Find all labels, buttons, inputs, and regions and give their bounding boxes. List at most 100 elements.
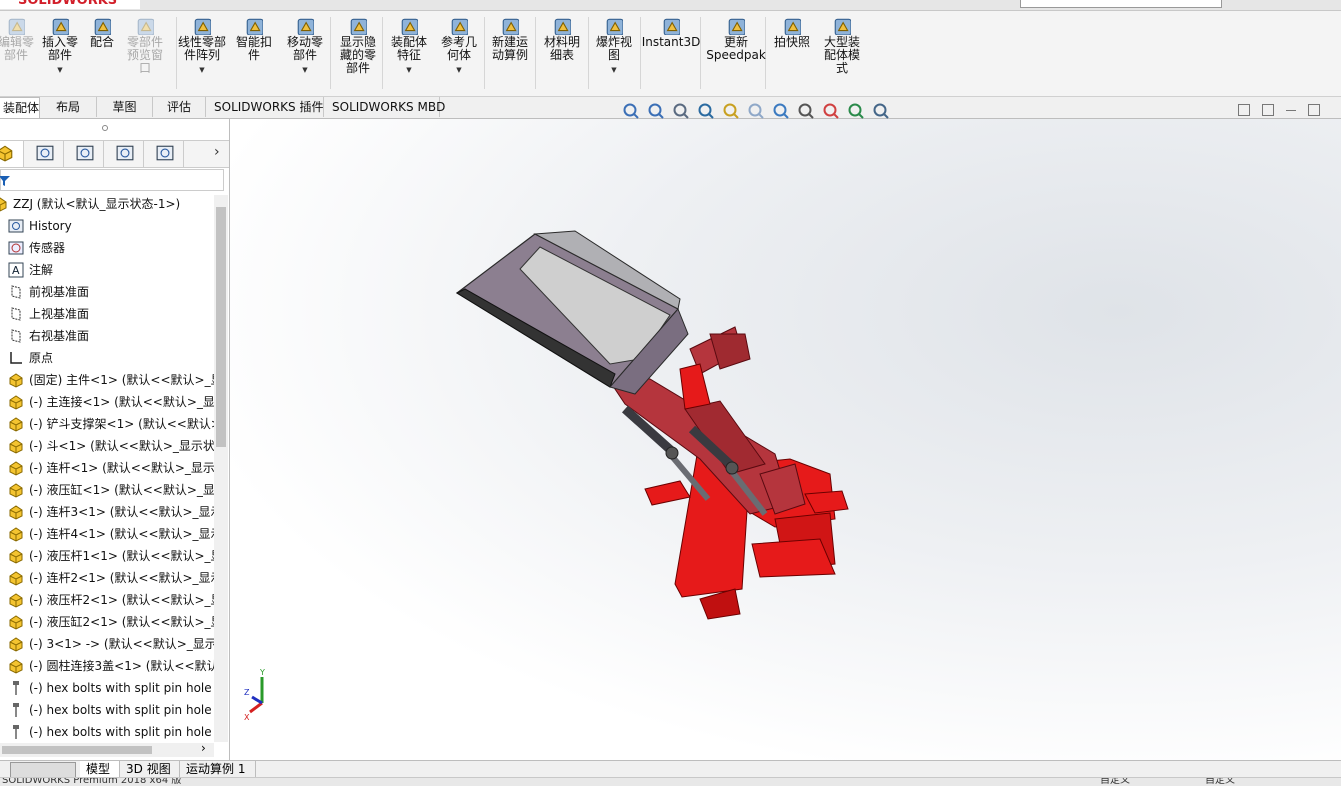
tree-item-label: (-) 连杆<1> (默认<<默认>_显示状态 1>) xyxy=(29,461,214,475)
tree-item[interactable]: (-) 液压杆1<1> (默认<<默认>_显示状态 1>) xyxy=(8,545,214,567)
tab-0[interactable]: 装配体 xyxy=(0,97,40,118)
graphics-area[interactable]: Y Z X xyxy=(230,119,1341,760)
tab-scroll-buttons[interactable] xyxy=(10,762,76,778)
ribbon-separator xyxy=(700,17,701,89)
featuremanager-tab[interactable] xyxy=(0,141,24,167)
horizontal-scroll-thumb[interactable] xyxy=(2,746,152,754)
tree-item[interactable]: (-) 液压杆2<1> (默认<<默认>_显示状态 1>) xyxy=(8,589,214,611)
show-hidden-button[interactable]: 显示隐 藏的零 部件 xyxy=(337,17,379,75)
zoom-to-area-icon[interactable] xyxy=(647,102,665,120)
tree-item[interactable]: (-) 铲斗支撑架<1> (默认<<默认>_显示状态 1>) xyxy=(8,413,214,435)
smart-fasteners-button[interactable]: 智能扣件 xyxy=(234,17,274,62)
maximize-icon[interactable] xyxy=(1308,104,1320,116)
tree-item[interactable]: (-) 连杆<1> (默认<<默认>_显示状态 1>) xyxy=(8,457,214,479)
view-settings-icon[interactable] xyxy=(872,102,890,120)
tree-item[interactable]: (-) 斗<1> (默认<<默认>_显示状态 1>) xyxy=(8,435,214,457)
exploded-view-button[interactable]: 爆炸视图 ▼ xyxy=(593,17,635,77)
chevron-right-icon[interactable]: › xyxy=(214,144,220,160)
filter-icon[interactable] xyxy=(0,174,12,188)
tree-item[interactable]: (-) 连杆3<1> (默认<<默认>_显示状态 1>) xyxy=(8,501,214,523)
large-assembly-mode-button[interactable]: 大型装 配体模式 xyxy=(821,17,863,75)
linear-pattern-button[interactable]: 线性零部 件阵列 ▼ xyxy=(174,17,230,77)
tree-item[interactable]: 上视基准面 xyxy=(8,303,89,325)
tree-item[interactable]: (-) hex bolts with split pin hole gb xyxy=(8,721,214,740)
tree-item[interactable]: (-) 连杆2<1> (默认<<默认>_显示状态 1>) xyxy=(8,567,214,589)
search-input[interactable] xyxy=(1020,0,1222,8)
ribbon-button-label: 特征 xyxy=(396,48,421,62)
scroll-right-icon[interactable]: › xyxy=(201,741,206,755)
take-snapshot-button[interactable]: 拍快照 xyxy=(772,17,812,49)
tab-3[interactable]: 评估 xyxy=(153,97,206,117)
tree-item[interactable]: History xyxy=(8,215,72,237)
bottom-tabs: 模型 3D 视图 运动算例 1 xyxy=(0,760,1341,778)
dropdown-arrow-icon[interactable]: ▼ xyxy=(456,64,461,77)
restore-left-icon[interactable] xyxy=(1238,104,1250,116)
tree-item[interactable]: (-) 3<1> -> (默认<<默认>_显示状态 1>) xyxy=(8,633,214,655)
tab-5[interactable]: SOLIDWORKS MBD xyxy=(324,97,445,117)
tree-item-label: 原点 xyxy=(29,351,54,365)
tree-item[interactable]: (固定) 主件<1> (默认<<默认>_显示状态 1>) xyxy=(8,369,214,391)
loader-assembly-model[interactable] xyxy=(230,119,1341,760)
dynamic-annotation-icon[interactable] xyxy=(722,102,740,120)
display-style-icon[interactable] xyxy=(772,102,790,120)
tree-item-label: (-) 液压缸<1> (默认<<默认>_显示状态 1>) xyxy=(29,483,214,497)
part-icon xyxy=(8,394,24,410)
dropdown-arrow-icon[interactable]: ▼ xyxy=(611,64,616,77)
tree-item[interactable]: (-) 圆柱连接3盖<1> (默认<<默认>_显示状态 1>) xyxy=(8,655,214,677)
tree-root-assembly[interactable]: ZZJ (默认<默认_显示状态-1>) xyxy=(0,195,180,215)
mate-button[interactable]: 配合 xyxy=(88,17,116,49)
tree-item[interactable]: 右视基准面 xyxy=(8,325,89,347)
zoom-to-fit-icon[interactable] xyxy=(622,102,640,120)
propertymanager-tab[interactable] xyxy=(26,141,64,167)
configurationmanager-tab[interactable] xyxy=(66,141,104,167)
instant3d-button[interactable]: Instant3D xyxy=(642,17,700,49)
tree-horizontal-scrollbar[interactable]: › xyxy=(0,741,214,757)
bill-of-materials-button[interactable]: 材料明 细表 xyxy=(541,17,583,62)
displaymanager-tab[interactable] xyxy=(146,141,184,167)
hide-show-items-icon[interactable] xyxy=(797,102,815,120)
insert-component-button[interactable]: 插入零 部件 ▼ xyxy=(40,17,80,77)
tree-item[interactable]: 传感器 xyxy=(8,237,65,259)
ribbon-button-label: 部件 xyxy=(47,48,72,62)
component-preview-button[interactable]: 零部件 预览窗口 xyxy=(124,17,166,75)
apply-scene-icon[interactable] xyxy=(847,102,865,120)
restore-right-icon[interactable] xyxy=(1262,104,1274,116)
tree-item[interactable]: (-) hex bolts with split pin hole gb xyxy=(8,677,214,699)
tree-filter[interactable] xyxy=(0,169,224,191)
assembly-features-button[interactable]: 装配体 特征 ▼ xyxy=(388,17,430,77)
dropdown-arrow-icon[interactable]: ▼ xyxy=(199,64,204,77)
previous-view-icon[interactable] xyxy=(672,102,690,120)
tree-item[interactable]: A 注解 xyxy=(8,259,53,281)
tree-vertical-scrollbar[interactable] xyxy=(214,195,228,742)
dropdown-arrow-icon[interactable]: ▼ xyxy=(57,64,62,77)
tab-2[interactable]: 草图 xyxy=(97,97,153,117)
tab-4[interactable]: SOLIDWORKS 插件 xyxy=(206,97,324,117)
tree-item[interactable]: (-) 主连接<1> (默认<<默认>_显示状态 1>) xyxy=(8,391,214,413)
coordinate-triad: Y Z X xyxy=(244,668,265,722)
tree-item[interactable]: (-) 连杆4<1> (默认<<默认>_显示状态 1>) xyxy=(8,523,214,545)
edit-component-button[interactable]: 编辑零 部件 xyxy=(0,17,34,62)
bottom-tab-0[interactable]: 模型 xyxy=(80,761,120,777)
tree-item[interactable]: (-) hex bolts with split pin hole gb xyxy=(8,699,214,721)
ribbon-button-label: 部件 xyxy=(3,48,28,62)
update-speedpak-button[interactable]: 更新 Speedpak xyxy=(706,17,766,62)
tree-item[interactable]: (-) 液压缸<1> (默认<<默认>_显示状态 1>) xyxy=(8,479,214,501)
edit-appearance-icon[interactable] xyxy=(822,102,840,120)
minimize-icon[interactable] xyxy=(1286,110,1296,112)
tree-item[interactable]: 前视基准面 xyxy=(8,281,89,303)
panel-grip[interactable] xyxy=(102,125,108,131)
reference-geometry-button[interactable]: 参考几 何体 ▼ xyxy=(438,17,480,77)
dropdown-arrow-icon[interactable]: ▼ xyxy=(406,64,411,77)
move-component-button[interactable]: 移动零 部件 ▼ xyxy=(284,17,326,77)
bottom-tab-2[interactable]: 运动算例 1 xyxy=(180,761,256,777)
tree-item[interactable]: 原点 xyxy=(8,347,53,369)
tree-item[interactable]: (-) 液压缸2<1> (默认<<默认>_显示状态 1>) xyxy=(8,611,214,633)
dropdown-arrow-icon[interactable]: ▼ xyxy=(302,64,307,77)
bottom-tab-1[interactable]: 3D 视图 xyxy=(120,761,180,777)
new-motion-study-button[interactable]: 新建运 动算例 xyxy=(489,17,531,62)
vertical-scroll-thumb[interactable] xyxy=(216,207,226,447)
section-view-icon[interactable] xyxy=(697,102,715,120)
dimxpertmanager-tab[interactable] xyxy=(106,141,144,167)
tab-1[interactable]: 布局 xyxy=(40,97,97,117)
view-orientation-icon[interactable] xyxy=(747,102,765,120)
